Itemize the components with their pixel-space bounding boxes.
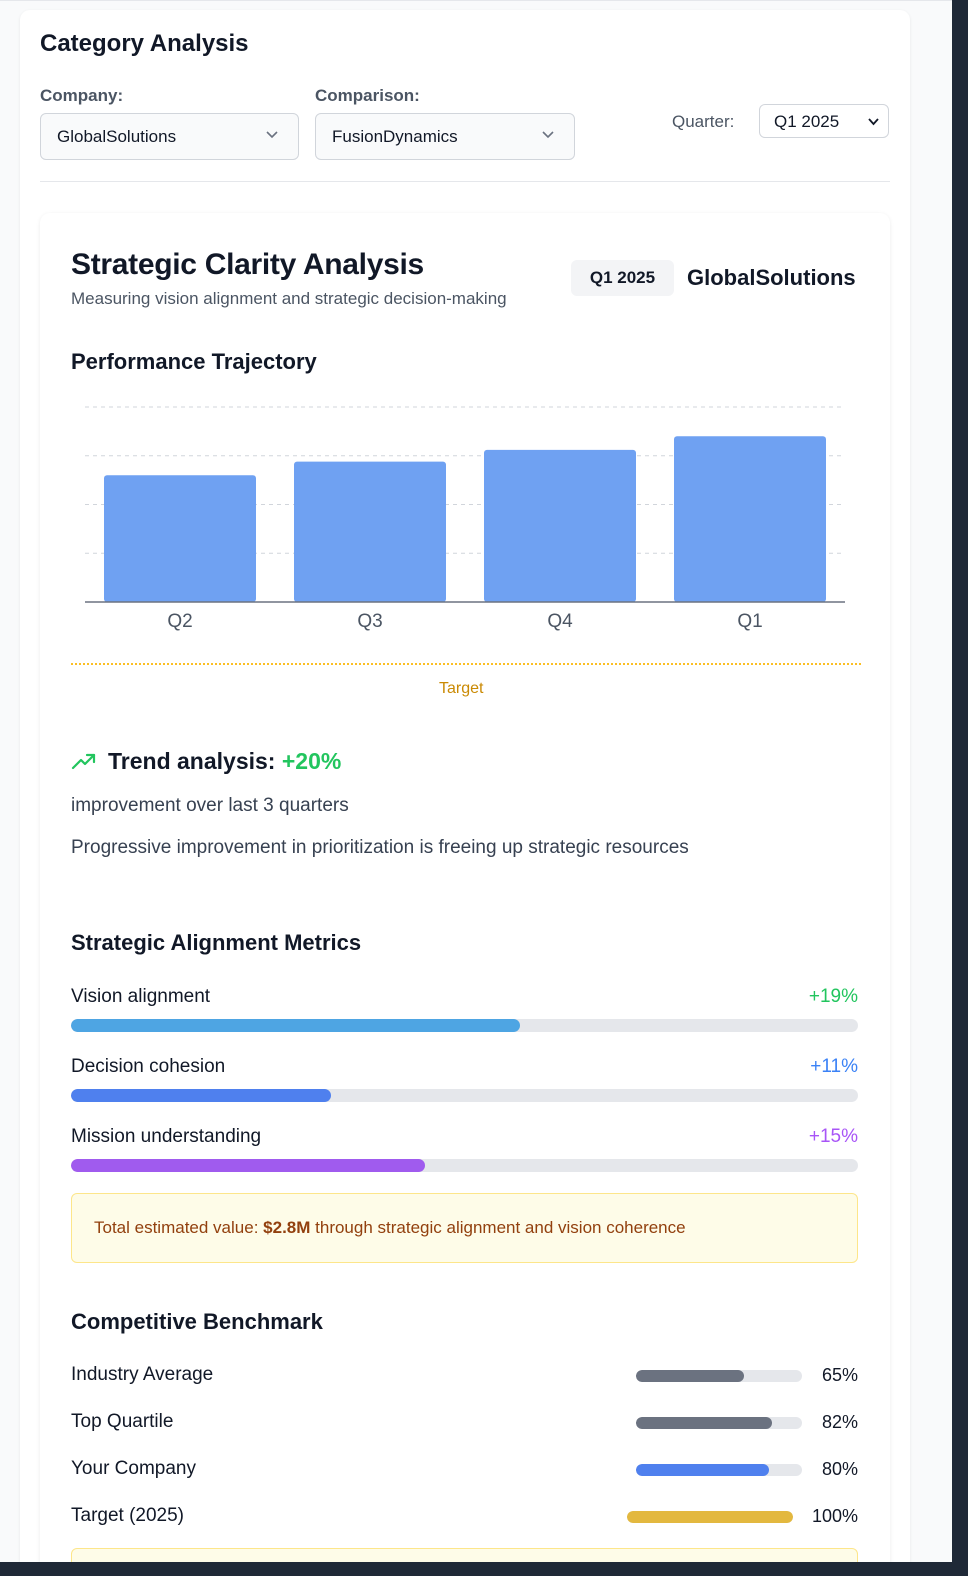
value-amount: $2.8M <box>263 1218 311 1237</box>
bar-q3[interactable] <box>294 461 446 602</box>
quarter-badge: Q1 2025 <box>571 260 674 296</box>
value-prefix: Total estimated value: <box>94 1218 259 1237</box>
company-label: Company: <box>40 86 124 105</box>
comparison-label: Comparison: <box>315 86 420 105</box>
trend-heading: Trend analysis: +20% <box>108 748 341 775</box>
x-tick-label: Q3 <box>357 611 382 632</box>
benchmark-label: Industry Average <box>71 1364 214 1385</box>
metric-progress-fill <box>71 1159 426 1172</box>
company-select-value: GlobalSolutions <box>57 127 177 146</box>
metrics-title: Strategic Alignment Metrics <box>71 930 362 955</box>
trajectory-title: Performance Trajectory <box>71 349 317 374</box>
metric-value: +11% <box>810 1056 858 1077</box>
quarter-label: Quarter: <box>672 112 735 131</box>
benchmark-bar-fill <box>627 1511 793 1523</box>
trend-label: Trend analysis: <box>108 748 276 774</box>
benchmark-label: Top Quartile <box>71 1411 174 1432</box>
metric-label: Vision alignment <box>71 986 211 1007</box>
page-title: Category Analysis <box>40 30 249 57</box>
metric-label: Mission understanding <box>71 1126 262 1147</box>
trend-insight: Progressive improvement in prioritizatio… <box>71 837 689 858</box>
window-border <box>952 0 968 1576</box>
card-subtitle: Measuring vision alignment and strategic… <box>71 289 507 308</box>
company-select[interactable]: GlobalSolutions <box>40 113 299 160</box>
metric-value: +15% <box>808 1126 858 1147</box>
target-label: Target <box>439 680 484 697</box>
benchmark-bar <box>636 1370 802 1382</box>
benchmark-bar-fill <box>636 1370 744 1382</box>
metric-progress-bar <box>71 1019 858 1032</box>
chevron-down-icon <box>266 131 278 139</box>
benchmark-value: 82% <box>821 1412 858 1432</box>
trending-up-icon <box>71 753 96 770</box>
value-suffix: through strategic alignment and vision c… <box>315 1218 686 1237</box>
target-line <box>71 663 861 665</box>
window-border <box>0 1562 968 1576</box>
benchmark-label: Target (2025) <box>71 1505 185 1526</box>
benchmark-bar <box>636 1464 802 1476</box>
trend-value: +20% <box>281 748 342 774</box>
trend-description: improvement over last 3 quarters <box>71 795 349 816</box>
benchmark-value: 100% <box>811 1506 858 1526</box>
x-tick-label: Q4 <box>547 611 573 632</box>
x-tick-label: Q2 <box>167 611 192 632</box>
benchmark-bar-fill <box>636 1417 773 1429</box>
value-callout: Total estimated value: $2.8M through str… <box>71 1193 858 1263</box>
benchmark-bar <box>627 1511 793 1523</box>
company-name: GlobalSolutions <box>687 265 856 290</box>
quarter-select-value: Q1 2025 <box>774 112 840 131</box>
benchmark-title: Competitive Benchmark <box>71 1309 323 1334</box>
metric-label: Decision cohesion <box>71 1056 226 1077</box>
quarter-select[interactable]: Q1 2025 <box>759 104 889 138</box>
benchmark-value: 65% <box>821 1365 858 1385</box>
metric-value: +19% <box>808 986 858 1007</box>
benchmark-label: Your Company <box>71 1458 196 1479</box>
divider <box>40 181 890 182</box>
chevron-down-icon <box>868 118 879 126</box>
metric-progress-fill <box>71 1019 520 1032</box>
chevron-down-icon <box>542 131 554 139</box>
x-tick-label: Q1 <box>737 611 762 632</box>
comparison-select-value: FusionDynamics <box>332 127 458 146</box>
benchmark-bar-fill <box>636 1464 769 1476</box>
benchmark-bar <box>636 1417 802 1429</box>
metric-progress-bar <box>71 1089 858 1102</box>
metric-progress-fill <box>71 1089 331 1102</box>
card-title: Strategic Clarity Analysis <box>71 248 424 281</box>
bar-q4[interactable] <box>484 449 636 602</box>
benchmark-value: 80% <box>821 1459 858 1479</box>
bar-q1[interactable] <box>674 436 826 602</box>
metric-progress-bar <box>71 1159 858 1172</box>
bar-q2[interactable] <box>104 475 256 602</box>
comparison-select[interactable]: FusionDynamics <box>315 113 575 160</box>
performance-trajectory-chart: Q2 Q3 Q4 Q1 <box>85 406 845 632</box>
